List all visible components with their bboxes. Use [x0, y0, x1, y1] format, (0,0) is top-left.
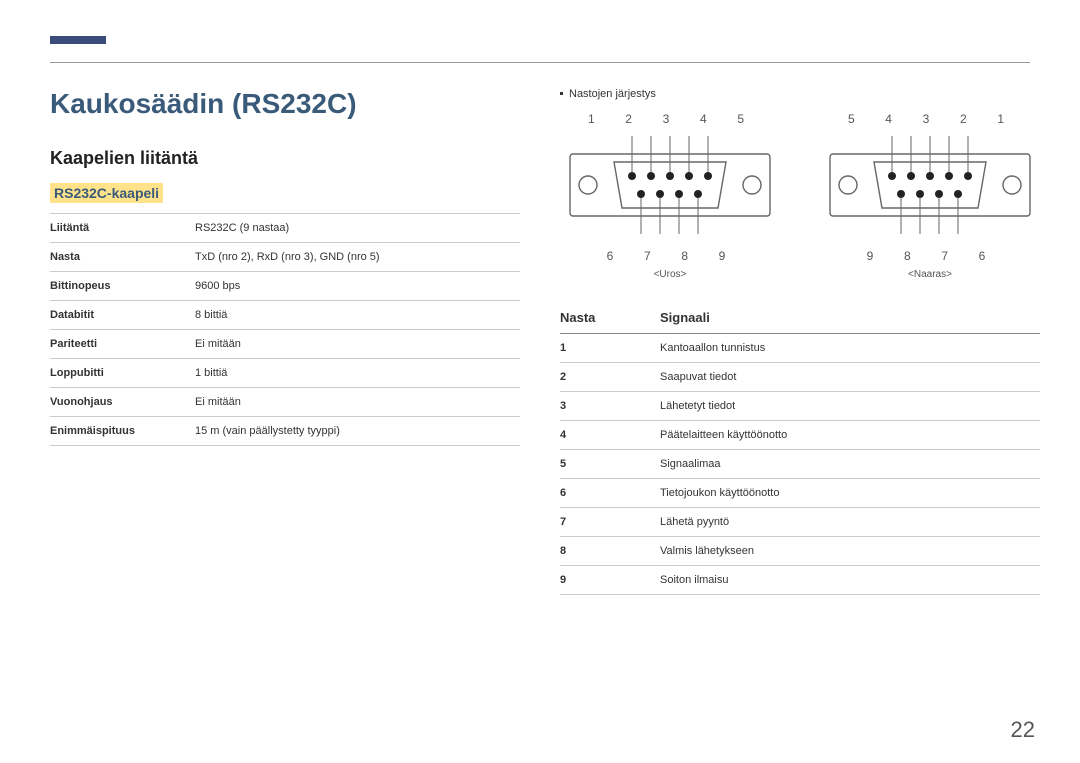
spec-value: 9600 bps	[195, 272, 520, 301]
bullet-icon	[560, 92, 563, 95]
left-column: Kaukosäädin (RS232C) Kaapelien liitäntä …	[50, 88, 520, 595]
signal-table: Nasta Signaali 1Kantoaallon tunnistus2Sa…	[560, 304, 1040, 595]
pin-order-label: Nastojen järjestys	[560, 88, 1040, 100]
page-title: Kaukosäädin (RS232C)	[50, 88, 520, 120]
spec-row: Enimmäispituus15 m (vain päällystetty ty…	[50, 417, 520, 446]
spec-row: LiitäntäRS232C (9 nastaa)	[50, 214, 520, 243]
signal-pin-number: 2	[560, 363, 660, 392]
signal-description: Saapuvat tiedot	[660, 363, 1040, 392]
signal-row: 2Saapuvat tiedot	[560, 363, 1040, 392]
header-divider	[50, 62, 1030, 63]
signal-row: 8Valmis lähetykseen	[560, 537, 1040, 566]
page-content: Kaukosäädin (RS232C) Kaapelien liitäntä …	[0, 0, 1080, 595]
page-number: 22	[1011, 717, 1035, 743]
signal-row: 3Lähetetyt tiedot	[560, 392, 1040, 421]
spec-value: Ei mitään	[195, 330, 520, 359]
spec-value: TxD (nro 2), RxD (nro 3), GND (nro 5)	[195, 243, 520, 272]
signal-pin-number: 9	[560, 566, 660, 595]
spec-value: Ei mitään	[195, 388, 520, 417]
signal-row: 6Tietojoukon käyttöönotto	[560, 479, 1040, 508]
spec-value: 1 bittiä	[195, 359, 520, 388]
signal-pin-number: 4	[560, 421, 660, 450]
signal-header-signal: Signaali	[660, 304, 1040, 334]
signal-description: Päätelaitteen käyttöönotto	[660, 421, 1040, 450]
spec-key: Nasta	[50, 243, 195, 272]
male-connector-svg	[560, 130, 780, 240]
section-subtitle: Kaapelien liitäntä	[50, 148, 520, 169]
signal-description: Tietojoukon käyttöönotto	[660, 479, 1040, 508]
male-pins-bottom: 6 7 8 9	[560, 249, 780, 263]
spec-row: Bittinopeus9600 bps	[50, 272, 520, 301]
spec-key: Vuonohjaus	[50, 388, 195, 417]
male-pins-top: 1 2 3 4 5	[560, 112, 780, 126]
signal-row: 4Päätelaitteen käyttöönotto	[560, 421, 1040, 450]
female-connector-diagram: 5 4 3 2 1	[820, 112, 1040, 280]
signal-pin-number: 3	[560, 392, 660, 421]
signal-header-pin: Nasta	[560, 304, 660, 334]
signal-row: 1Kantoaallon tunnistus	[560, 334, 1040, 363]
spec-key: Databitit	[50, 301, 195, 330]
spec-table: LiitäntäRS232C (9 nastaa)NastaTxD (nro 2…	[50, 213, 520, 446]
spec-key: Enimmäispituus	[50, 417, 195, 446]
female-pins-bottom: 9 8 7 6	[820, 249, 1040, 263]
signal-table-body: 1Kantoaallon tunnistus2Saapuvat tiedot3L…	[560, 334, 1040, 595]
spec-key: Loppubitti	[50, 359, 195, 388]
signal-description: Signaalimaa	[660, 450, 1040, 479]
signal-row: 9Soiton ilmaisu	[560, 566, 1040, 595]
highlight-section: RS232C-kaapeli	[50, 183, 163, 203]
signal-description: Soiton ilmaisu	[660, 566, 1040, 595]
spec-key: Pariteetti	[50, 330, 195, 359]
spec-row: VuonohjausEi mitään	[50, 388, 520, 417]
spec-table-body: LiitäntäRS232C (9 nastaa)NastaTxD (nro 2…	[50, 214, 520, 446]
male-connector-diagram: 1 2 3 4 5	[560, 112, 780, 280]
spec-row: Loppubitti1 bittiä	[50, 359, 520, 388]
connector-diagrams: 1 2 3 4 5	[560, 112, 1040, 280]
spec-row: NastaTxD (nro 2), RxD (nro 3), GND (nro …	[50, 243, 520, 272]
signal-description: Lähetä pyyntö	[660, 508, 1040, 537]
spec-value: RS232C (9 nastaa)	[195, 214, 520, 243]
signal-description: Lähetetyt tiedot	[660, 392, 1040, 421]
signal-pin-number: 1	[560, 334, 660, 363]
signal-row: 5Signaalimaa	[560, 450, 1040, 479]
female-pins-top: 5 4 3 2 1	[820, 112, 1040, 126]
spec-key: Bittinopeus	[50, 272, 195, 301]
spec-key: Liitäntä	[50, 214, 195, 243]
spec-row: PariteettiEi mitään	[50, 330, 520, 359]
signal-description: Valmis lähetykseen	[660, 537, 1040, 566]
spec-row: Databitit8 bittiä	[50, 301, 520, 330]
signal-pin-number: 7	[560, 508, 660, 537]
signal-pin-number: 6	[560, 479, 660, 508]
header-accent-bar	[50, 36, 106, 44]
signal-pin-number: 5	[560, 450, 660, 479]
female-connector-svg	[820, 130, 1040, 240]
spec-value: 8 bittiä	[195, 301, 520, 330]
signal-row: 7Lähetä pyyntö	[560, 508, 1040, 537]
right-column: Nastojen järjestys 1 2 3 4 5	[560, 88, 1040, 595]
male-connector-label: <Uros>	[560, 269, 780, 280]
spec-value: 15 m (vain päällystetty tyyppi)	[195, 417, 520, 446]
signal-pin-number: 8	[560, 537, 660, 566]
signal-description: Kantoaallon tunnistus	[660, 334, 1040, 363]
female-connector-label: <Naaras>	[820, 269, 1040, 280]
